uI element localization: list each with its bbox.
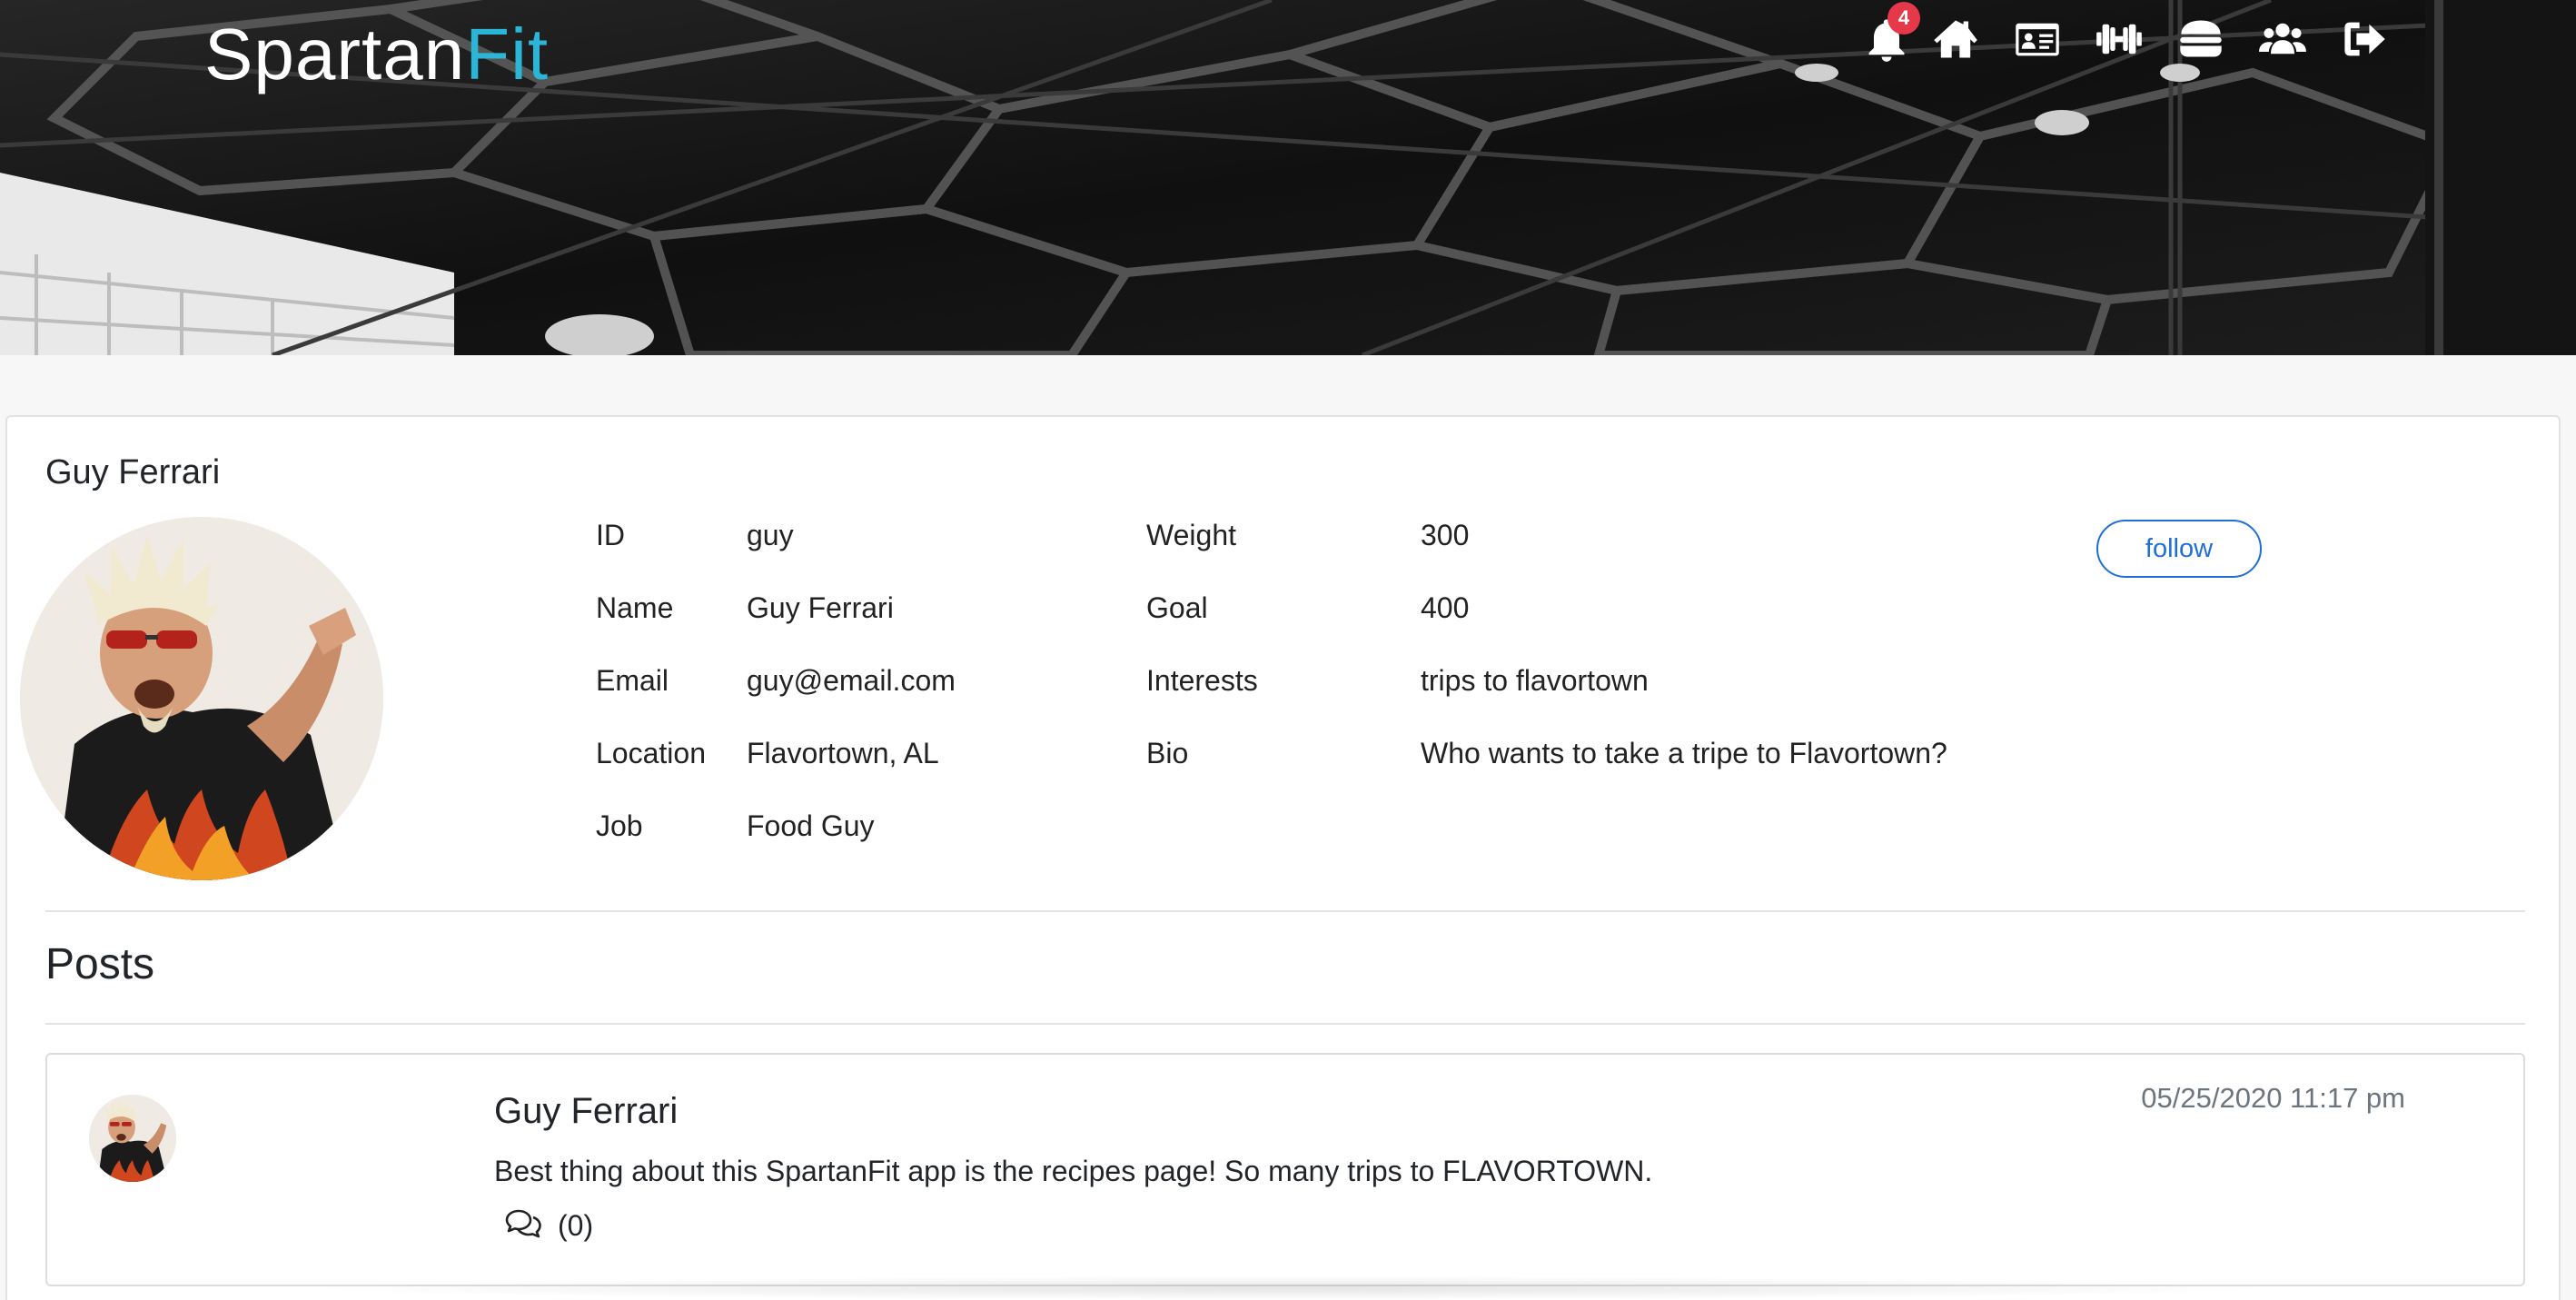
bell-icon[interactable]: 4 — [1862, 2, 1920, 64]
detail-label-interests: Interests — [1146, 664, 1258, 697]
header-banner: SpartanFit 4 — [0, 0, 2576, 355]
notification-badge: 4 — [1887, 2, 1920, 35]
sign-out-icon[interactable] — [2340, 15, 2389, 64]
profile-photo-illustration — [20, 517, 383, 880]
brand-name-part1: Spartan — [204, 14, 466, 94]
detail-value-email: guy@email.com — [747, 664, 956, 697]
detail-value-weight: 300 — [1421, 519, 1470, 551]
users-icon[interactable] — [2258, 15, 2307, 64]
detail-value-interests: trips to flavortown — [1421, 664, 1649, 697]
detail-value-id: guy — [747, 519, 794, 551]
post-author-photo — [89, 1095, 176, 1182]
detail-label-job: Job — [596, 809, 643, 842]
post-item: Guy Ferrari 05/25/2020 11:17 pm Best thi… — [45, 1053, 2525, 1286]
divider — [45, 910, 2525, 912]
burger-icon[interactable] — [2176, 15, 2225, 64]
detail-label-location: Location — [596, 737, 706, 769]
follow-button[interactable]: follow — [2096, 520, 2262, 578]
profile-avatar — [20, 517, 383, 880]
bottom-shadow — [291, 1276, 2289, 1300]
divider — [45, 1023, 2525, 1025]
detail-value-name: Guy Ferrari — [747, 591, 894, 624]
detail-value-job: Food Guy — [747, 809, 875, 842]
detail-value-goal: 400 — [1421, 591, 1470, 624]
detail-label-bio: Bio — [1146, 737, 1189, 769]
profile-card: Guy Ferrari ID guy Name Guy Ferrari Emai… — [5, 415, 2561, 1300]
post-author-name[interactable]: Guy Ferrari — [494, 1091, 678, 1132]
brand-logo[interactable]: SpartanFit — [204, 11, 549, 98]
detail-label-id: ID — [596, 519, 625, 551]
comment-count: (0) — [558, 1208, 594, 1242]
home-icon[interactable] — [1931, 15, 1980, 64]
detail-label-email: Email — [596, 664, 669, 697]
post-body: Best thing about this SpartanFit app is … — [494, 1155, 1653, 1187]
post-timestamp: 05/25/2020 11:17 pm — [2141, 1082, 2405, 1114]
comments-icon — [505, 1209, 541, 1238]
profile-card-icon[interactable] — [2013, 15, 2062, 64]
detail-label-weight: Weight — [1146, 519, 1237, 551]
comments-button[interactable]: (0) — [503, 1207, 593, 1244]
detail-value-bio: Who wants to take a tripe to Flavortown? — [1421, 737, 1947, 769]
detail-label-name: Name — [596, 591, 674, 624]
post-author-avatar[interactable] — [89, 1095, 176, 1182]
profile-name: Guy Ferrari — [45, 453, 221, 491]
dumbbell-icon[interactable] — [2095, 15, 2144, 64]
detail-label-goal: Goal — [1146, 591, 1208, 624]
posts-heading: Posts — [45, 940, 155, 988]
brand-name-part2: Fit — [465, 14, 550, 94]
detail-value-location: Flavortown, AL — [747, 737, 939, 769]
